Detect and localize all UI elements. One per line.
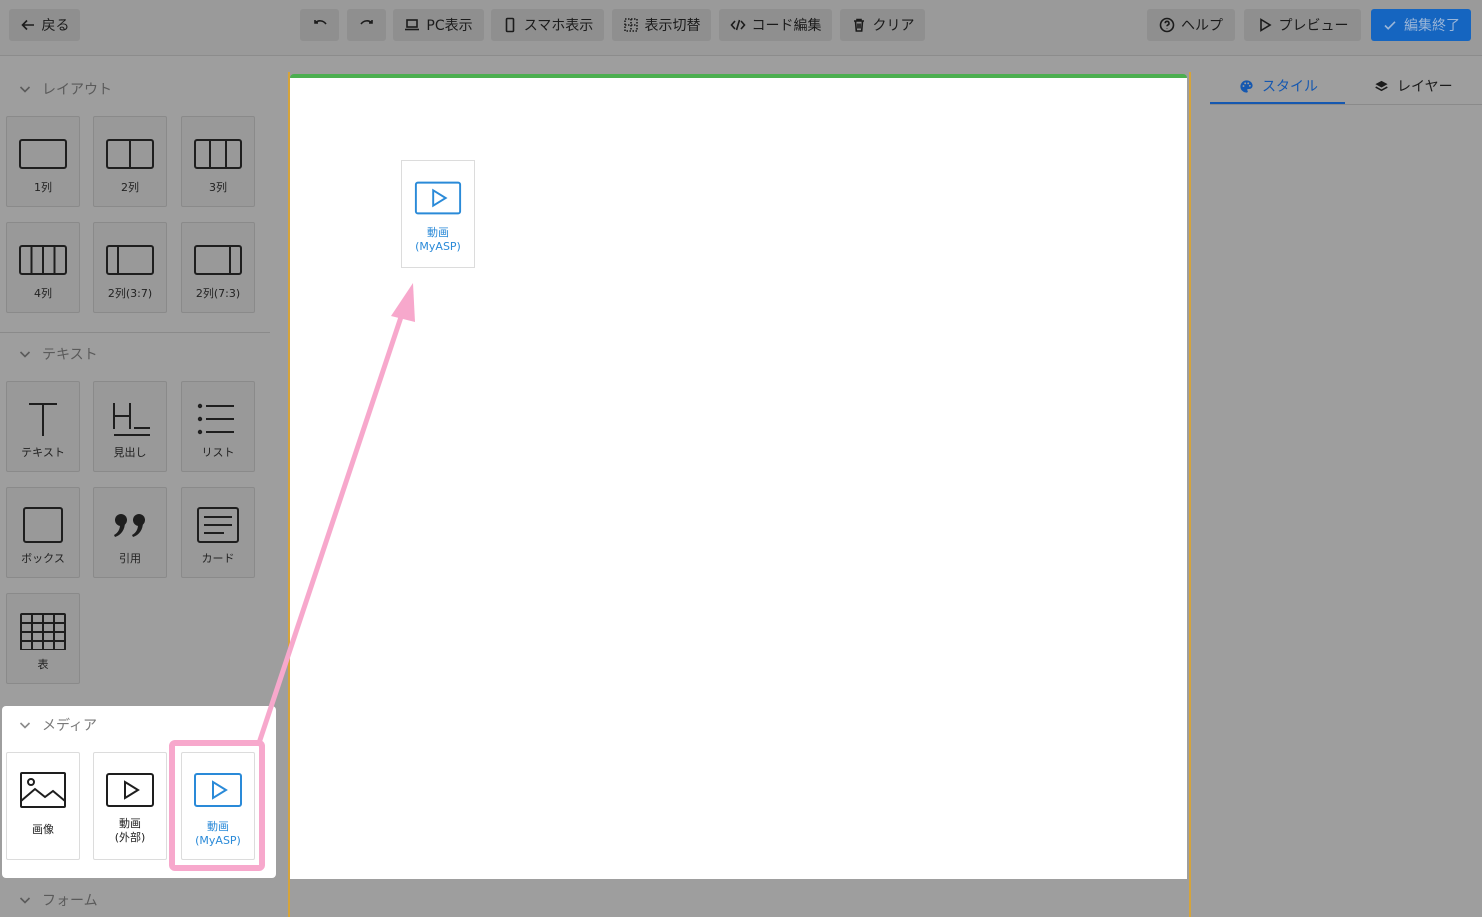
image-tile[interactable]: 画像 [6, 752, 80, 860]
code-icon [729, 19, 746, 31]
redo-button[interactable] [347, 9, 386, 41]
properties-panel: スタイル レイヤー [1205, 62, 1482, 917]
help-circle-icon [1159, 17, 1175, 33]
video-play-icon [414, 181, 462, 215]
quote-tile[interactable]: 引用 [93, 487, 167, 578]
laptop-icon [405, 19, 420, 31]
tab-layer[interactable]: レイヤー [1374, 76, 1453, 96]
trash-icon [853, 18, 864, 32]
toggle-view-button[interactable]: 表示切替 [612, 9, 711, 41]
chevron-down-icon [19, 86, 31, 93]
code-edit-button[interactable]: コード編集 [719, 9, 832, 41]
chevron-down-icon [19, 897, 31, 904]
play-icon [1259, 18, 1272, 32]
box-tile[interactable]: ボックス [6, 487, 80, 578]
box-icon [23, 507, 63, 543]
three-column-icon [194, 139, 242, 169]
one-column-icon [19, 139, 67, 169]
highlight-frame [169, 740, 265, 871]
tab-bar-baseline [1210, 104, 1482, 105]
list-icon [197, 403, 234, 435]
back-button[interactable]: 戻る [9, 9, 80, 41]
two-column-7-3-icon [194, 245, 242, 275]
help-button[interactable]: ヘルプ [1147, 9, 1235, 41]
quote-icon [114, 514, 145, 537]
clear-button[interactable]: クリア [840, 9, 925, 41]
pc-view-button[interactable]: PC表示 [393, 9, 484, 41]
card-icon [197, 507, 239, 543]
two-column-icon [106, 139, 154, 169]
preview-button[interactable]: プレビュー [1244, 9, 1361, 41]
arrow-left-icon [20, 19, 34, 31]
heading-icon [113, 403, 150, 436]
heading-tile[interactable]: 見出し [93, 381, 167, 472]
finish-edit-button[interactable]: 編集終了 [1371, 9, 1471, 41]
layout-4col-tile[interactable]: 4列 [6, 222, 80, 313]
layout-2col-3-7-tile[interactable]: 2列(3:7) [93, 222, 167, 313]
section-divider [0, 332, 270, 333]
check-icon [1384, 21, 1396, 30]
tab-style[interactable]: スタイル [1239, 76, 1318, 96]
layout-2col-tile[interactable]: 2列 [93, 116, 167, 207]
image-icon [20, 772, 66, 808]
four-column-icon [19, 245, 67, 275]
text-t-icon [29, 403, 57, 436]
redo-icon [359, 20, 373, 25]
smartphone-icon [505, 17, 515, 33]
text-section-header[interactable]: テキスト [18, 344, 98, 364]
layout-3col-tile[interactable]: 3列 [181, 116, 255, 207]
undo-icon [313, 20, 327, 25]
layout-1col-tile[interactable]: 1列 [6, 116, 80, 207]
dropped-myasp-video[interactable]: 動画 (MyASP) [401, 160, 475, 268]
table-icon [20, 613, 66, 650]
form-section-header[interactable]: フォーム [18, 890, 98, 910]
layers-icon [1375, 80, 1388, 91]
list-tile[interactable]: リスト [181, 381, 255, 472]
video-play-icon [106, 773, 154, 807]
external-video-tile[interactable]: 動画 (外部) [93, 752, 167, 860]
layout-2col-7-3-tile[interactable]: 2列(7:3) [181, 222, 255, 313]
palette-icon [1240, 79, 1253, 93]
card-tile[interactable]: カード [181, 487, 255, 578]
layout-section-header[interactable]: レイアウト [18, 79, 112, 99]
text-tile[interactable]: テキスト [6, 381, 80, 472]
two-column-3-7-icon [106, 245, 154, 275]
top-toolbar: 戻る PC表示 スマホ表示 表示切替 コード編集 クリア ヘルプ プレビュー 編… [0, 0, 1482, 56]
chevron-down-icon [19, 722, 31, 729]
active-tab-indicator [1210, 102, 1345, 104]
undo-button[interactable] [300, 9, 339, 41]
media-section-header[interactable]: メディア [18, 715, 97, 735]
grid-dashed-icon [623, 18, 638, 32]
chevron-down-icon [19, 351, 31, 358]
table-tile[interactable]: 表 [6, 593, 80, 684]
smartphone-view-button[interactable]: スマホ表示 [491, 9, 604, 41]
